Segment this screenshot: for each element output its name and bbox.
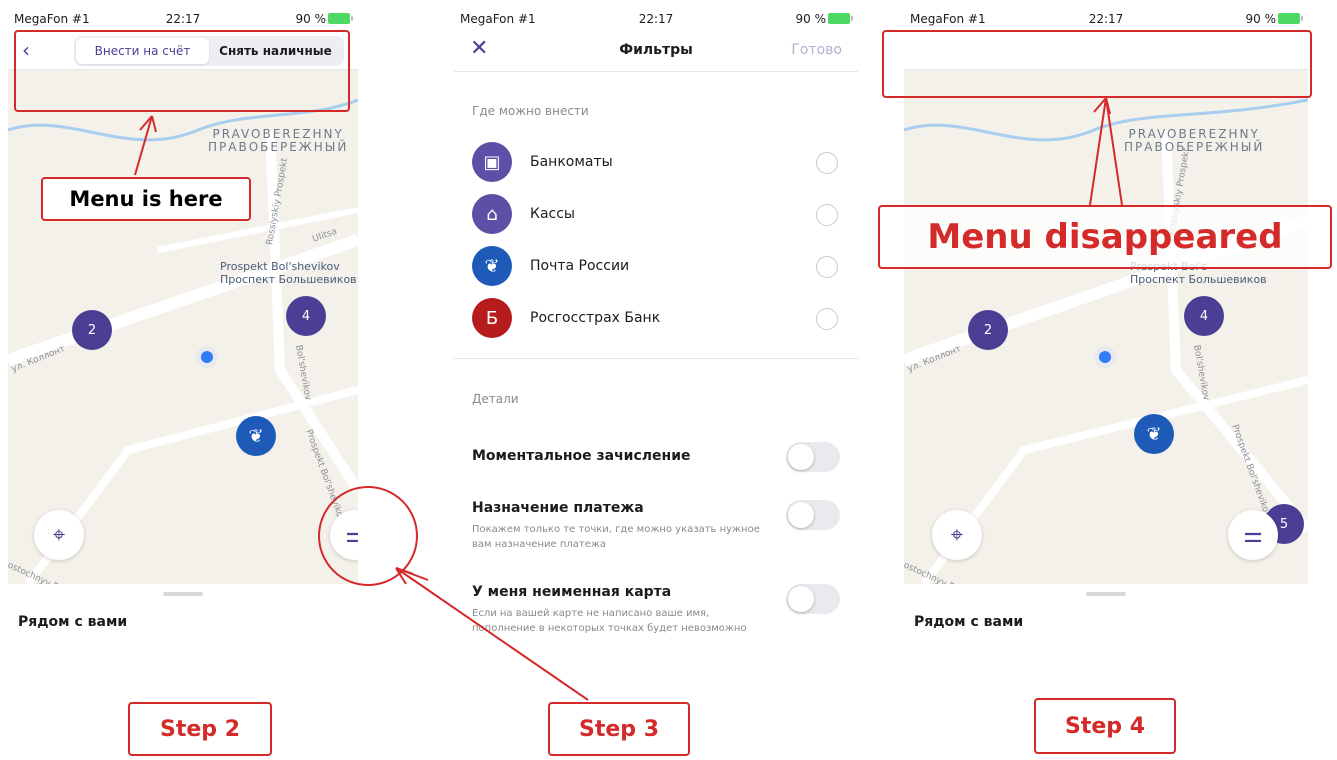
my-location-marker [196,346,218,368]
toggle-knob [788,444,814,470]
annotation-filter-circle [318,486,418,586]
map-view[interactable]: PRAVOBEREZHNY ПРАВОБЕРЕЖНЫЙ Rossiyskiy P… [8,70,358,584]
toggle-label: У меня неименная карта [472,584,672,600]
battery-indicator: 90 % [295,12,353,26]
annotation-step-4: Step 4 [1034,698,1176,754]
location-dot-icon [201,351,213,363]
radio-button[interactable] [816,204,838,226]
annotation-menu-is-here: Menu is here [41,177,251,221]
location-dot-icon [1099,351,1111,363]
filter-option-label: Кассы [530,206,575,222]
sheet-handle[interactable] [163,592,203,596]
sheet-handle[interactable] [1086,592,1126,596]
bottom-sheet[interactable]: Рядом с вами [904,584,1308,660]
annotation-empty-menu-box [882,30,1312,98]
annotation-menu-disappeared: Menu disappeared [878,205,1332,269]
metro-station-en: Prospekt Bol'shevikov [220,260,340,273]
district-ru: ПРАВОБЕРЕЖНЫЙ [208,140,349,154]
cash-desk-icon: ⌂ [472,194,512,234]
locate-me-button[interactable]: ⌖ [932,510,982,560]
filters-button[interactable]: ⚌ [1228,510,1278,560]
rosgosstrakh-logo-icon: Б [472,298,512,338]
russian-post-eagle-icon: ❦ [472,246,512,286]
nearby-title: Рядом с вами [18,614,128,630]
battery-indicator: 90 % [795,12,853,26]
metro-station-label[interactable]: Prospekt Bol'shevikov Проспект Большевик… [220,260,357,286]
section-details-title: Детали [472,392,519,406]
step4-screen: MegaFon #1 22:17 90 % PRAVOBEREZHNY ПРАВ… [904,0,1308,660]
nearby-title: Рядом с вами [914,614,1024,630]
post-office-marker[interactable]: ❦ [1134,414,1174,454]
crosshair-icon: ⌖ [52,522,66,548]
filter-option-russian-post[interactable]: ❦ Почта России [472,246,840,286]
status-bar: MegaFon #1 22:17 90 % [904,0,1308,32]
annotation-menu-box [14,30,350,112]
battery-icon [328,13,353,24]
cluster-marker[interactable]: 2 [968,310,1008,350]
annotation-step-3: Step 3 [548,702,690,756]
cluster-marker[interactable]: 4 [286,296,326,336]
toggle-label: Назначение платежа [472,500,644,516]
step3-filters-screen: MegaFon #1 22:17 90 % ✕ Фильтры Готово Г… [454,0,858,660]
done-button[interactable]: Готово [791,42,842,58]
battery-percent: 90 % [295,12,327,26]
unnamed-card-toggle[interactable] [786,584,840,614]
toggle-description: Покажем только те точки, где можно указа… [472,524,760,550]
instant-credit-toggle[interactable] [786,442,840,472]
annotation-step-2: Step 2 [128,702,272,756]
my-location-marker [1094,346,1116,368]
toggle-description: Если на вашей карте не написано ваше имя… [472,608,747,634]
cluster-marker[interactable]: 4 [1184,296,1224,336]
russian-post-eagle-icon: ❦ [248,425,264,447]
toggle-row-instant: Моментальное зачисление [472,442,840,472]
filters-header: ✕ Фильтры Готово [454,32,858,72]
russian-post-eagle-icon: ❦ [1146,423,1162,445]
metro-station-ru: Проспект Большевиков [1130,273,1267,286]
toggle-row-purpose: Назначение платежа Покажем только те точ… [472,500,840,552]
crosshair-icon: ⌖ [950,522,964,548]
status-bar: MegaFon #1 22:17 90 % [8,0,358,32]
post-office-marker[interactable]: ❦ [236,416,276,456]
filter-option-cashier[interactable]: ⌂ Кассы [472,194,840,234]
toggle-label: Моментальное зачисление [472,448,691,464]
sliders-icon: ⚌ [1243,522,1263,548]
atm-icon: ▣ [472,142,512,182]
battery-icon [828,13,853,24]
battery-icon [1278,13,1303,24]
radio-button[interactable] [816,308,838,330]
radio-button[interactable] [816,152,838,174]
battery-percent: 90 % [1245,12,1277,26]
battery-indicator: 90 % [1245,12,1303,26]
filter-option-atm[interactable]: ▣ Банкоматы [472,142,840,182]
district-ru: ПРАВОБЕРЕЖНЫЙ [1124,140,1265,154]
bottom-sheet[interactable]: Рядом с вами [8,584,358,660]
status-bar: MegaFon #1 22:17 90 % [454,0,858,32]
metro-station-ru: Проспект Большевиков [220,273,357,286]
filter-option-label: Росгосстрах Банк [530,310,661,326]
locate-me-button[interactable]: ⌖ [34,510,84,560]
toggle-row-unnamed-card: У меня неименная карта Если на вашей кар… [472,584,840,636]
toggle-knob [788,586,814,612]
divider [454,358,858,359]
district-label: PRAVOBEREZHNY ПРАВОБЕРЕЖНЫЙ [1124,128,1264,154]
battery-percent: 90 % [795,12,827,26]
radio-button[interactable] [816,256,838,278]
section-where-title: Где можно внести [472,104,589,118]
map-view[interactable]: PRAVOBEREZHNY ПРАВОБЕРЕЖНЫЙ Rossiyskiy P… [904,70,1308,584]
filter-option-label: Банкоматы [530,154,613,170]
district-label: PRAVOBEREZHNY ПРАВОБЕРЕЖНЫЙ [208,128,348,154]
filter-option-rosgosstrakh[interactable]: Б Росгосстрах Банк [472,298,840,338]
payment-purpose-toggle[interactable] [786,500,840,530]
toggle-knob [788,502,814,528]
cluster-marker[interactable]: 2 [72,310,112,350]
filter-option-label: Почта России [530,258,630,274]
